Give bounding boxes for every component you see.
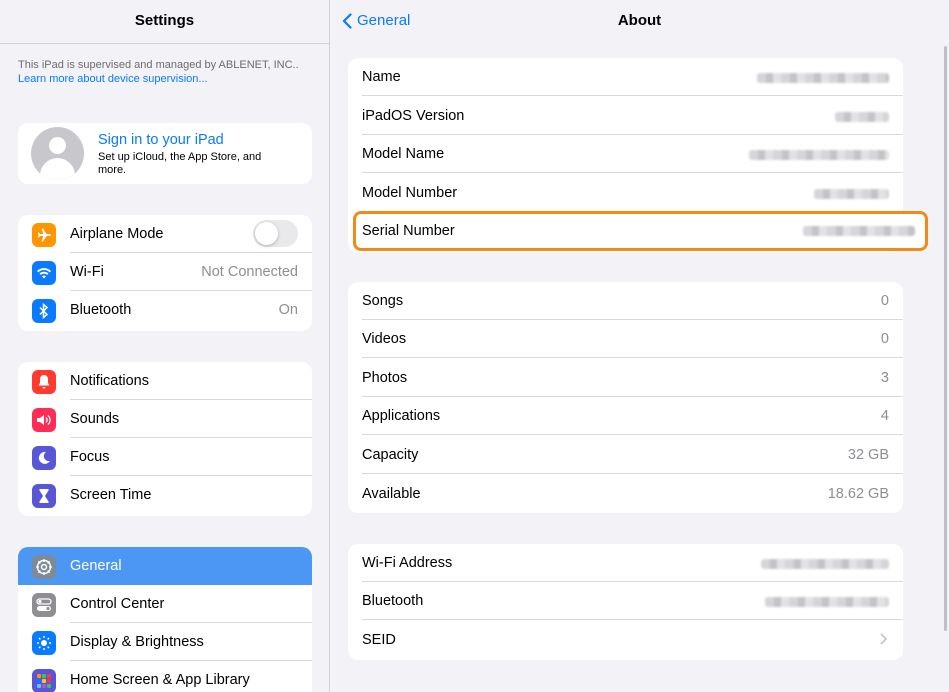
wifi-icon — [32, 261, 56, 285]
avatar — [31, 127, 84, 180]
sidebar-item-label: Bluetooth — [70, 302, 132, 318]
gear-icon — [32, 555, 56, 579]
row-label: Serial Number — [362, 223, 455, 239]
row-value: 18.62 GB — [827, 486, 889, 502]
redacted-value — [835, 112, 889, 122]
supervision-notice: This iPad is supervised and managed by A… — [18, 58, 308, 86]
sidebar-item-label: Control Center — [70, 596, 165, 612]
airplane-icon — [32, 223, 56, 247]
about-row-applications: Applications 4 — [348, 397, 903, 435]
row-value: 3 — [880, 370, 889, 386]
sidebar-item-bluetooth[interactable]: Bluetooth On — [18, 291, 312, 329]
about-pane: General About Name iPadOS Version Model … — [330, 0, 949, 692]
row-label: iPadOS Version — [362, 108, 465, 124]
about-row-wifi-address[interactable]: Wi-Fi Address — [348, 544, 903, 582]
sign-in-subtitle: Set up iCloud, the App Store, and more. — [98, 151, 262, 176]
sidebar-item-label: Notifications — [70, 373, 149, 389]
row-label: SEID — [362, 632, 396, 648]
redacted-value — [803, 226, 915, 236]
redacted-value — [749, 150, 889, 160]
sidebar-item-label: Home Screen & App Library — [70, 672, 250, 688]
sidebar-item-label: General — [70, 558, 122, 574]
sidebar-item-control-center[interactable]: Control Center — [18, 585, 312, 623]
row-value: 4 — [880, 408, 889, 424]
supervision-link[interactable]: Learn more about device supervision... — [18, 73, 208, 85]
about-row-seid[interactable]: SEID — [348, 621, 903, 659]
redacted-value — [761, 559, 889, 569]
speaker-icon — [32, 408, 56, 432]
about-row-name[interactable]: Name — [348, 58, 903, 96]
about-row-model-number[interactable]: Model Number — [348, 174, 903, 212]
sidebar-title: Settings — [134, 12, 195, 29]
sidebar-item-label: Screen Time — [70, 487, 152, 503]
row-label: Available — [362, 486, 421, 502]
network-info-group: Wi-Fi Address Bluetooth SEID — [348, 544, 903, 660]
row-value: 32 GB — [847, 447, 889, 463]
row-label: Capacity — [362, 447, 419, 463]
switches-icon — [32, 593, 56, 617]
general-group: General Control Center Display & Brightn… — [18, 547, 312, 692]
bluetooth-icon — [32, 299, 56, 323]
sidebar-item-label: Sounds — [70, 411, 120, 427]
sidebar-item-focus[interactable]: Focus — [18, 438, 312, 476]
row-value: 0 — [880, 331, 889, 347]
about-row-photos: Photos 3 — [348, 359, 903, 397]
page-title: About — [617, 12, 662, 29]
notifications-group: Notifications Sounds Focus Screen Time — [18, 362, 312, 516]
redacted-value — [765, 597, 889, 607]
sidebar-item-notifications[interactable]: Notifications — [18, 362, 312, 400]
row-label: Applications — [362, 408, 441, 424]
bluetooth-status: On — [278, 302, 298, 318]
hourglass-icon — [32, 484, 56, 508]
sign-in-card[interactable]: Sign in to your iPad Set up iCloud, the … — [18, 123, 312, 184]
sun-icon — [32, 631, 56, 655]
about-row-available: Available 18.62 GB — [348, 475, 903, 513]
sidebar-item-display-brightness[interactable]: Display & Brightness — [18, 623, 312, 661]
row-value: 0 — [880, 293, 889, 309]
row-label: Videos — [362, 331, 407, 347]
sidebar-item-label: Focus — [70, 449, 110, 465]
sidebar-item-airplane-mode[interactable]: Airplane Mode — [18, 215, 312, 253]
row-label: Bluetooth — [362, 593, 424, 609]
row-label: Songs — [362, 293, 404, 309]
about-row-capacity: Capacity 32 GB — [348, 436, 903, 474]
connectivity-group: Airplane Mode Wi-Fi Not Connected Blueto… — [18, 215, 312, 331]
settings-sidebar: Settings This iPad is supervised and man… — [0, 0, 330, 692]
row-label: Model Name — [362, 146, 445, 162]
about-row-bluetooth[interactable]: Bluetooth — [348, 582, 903, 620]
grid-icon — [32, 669, 56, 692]
about-row-model-name[interactable]: Model Name — [348, 135, 903, 173]
about-row-ipados-version[interactable]: iPadOS Version — [348, 97, 903, 135]
storage-info-group: Songs 0 Videos 0 Photos 3 Applications 4… — [348, 282, 903, 513]
supervision-text: This iPad is supervised and managed by A… — [18, 59, 299, 71]
sidebar-item-screen-time[interactable]: Screen Time — [18, 476, 312, 514]
chevron-right-icon — [880, 633, 887, 645]
scrollbar[interactable] — [944, 46, 947, 631]
row-label: Photos — [362, 370, 408, 386]
row-label: Name — [362, 69, 401, 85]
sidebar-item-sounds[interactable]: Sounds — [18, 400, 312, 438]
moon-icon — [32, 446, 56, 470]
bell-icon — [32, 370, 56, 394]
sidebar-item-label: Airplane Mode — [70, 226, 164, 242]
sidebar-item-wifi[interactable]: Wi-Fi Not Connected — [18, 253, 312, 291]
about-row-serial-number[interactable]: Serial Number — [353, 211, 928, 251]
sign-in-title: Sign in to your iPad — [98, 132, 224, 148]
sidebar-item-label: Display & Brightness — [70, 634, 204, 650]
airplane-mode-toggle[interactable] — [253, 220, 298, 247]
about-row-songs: Songs 0 — [348, 282, 903, 320]
redacted-value — [814, 189, 889, 199]
wifi-status: Not Connected — [201, 264, 298, 280]
nav-divider — [0, 43, 329, 44]
sidebar-item-home-screen[interactable]: Home Screen & App Library — [18, 661, 312, 692]
sidebar-item-general[interactable]: General — [18, 547, 312, 585]
sidebar-item-label: Wi-Fi — [70, 264, 104, 280]
redacted-value — [757, 73, 889, 83]
about-row-videos: Videos 0 — [348, 320, 903, 358]
row-label: Wi-Fi Address — [362, 555, 453, 571]
row-label: Model Number — [362, 185, 458, 201]
